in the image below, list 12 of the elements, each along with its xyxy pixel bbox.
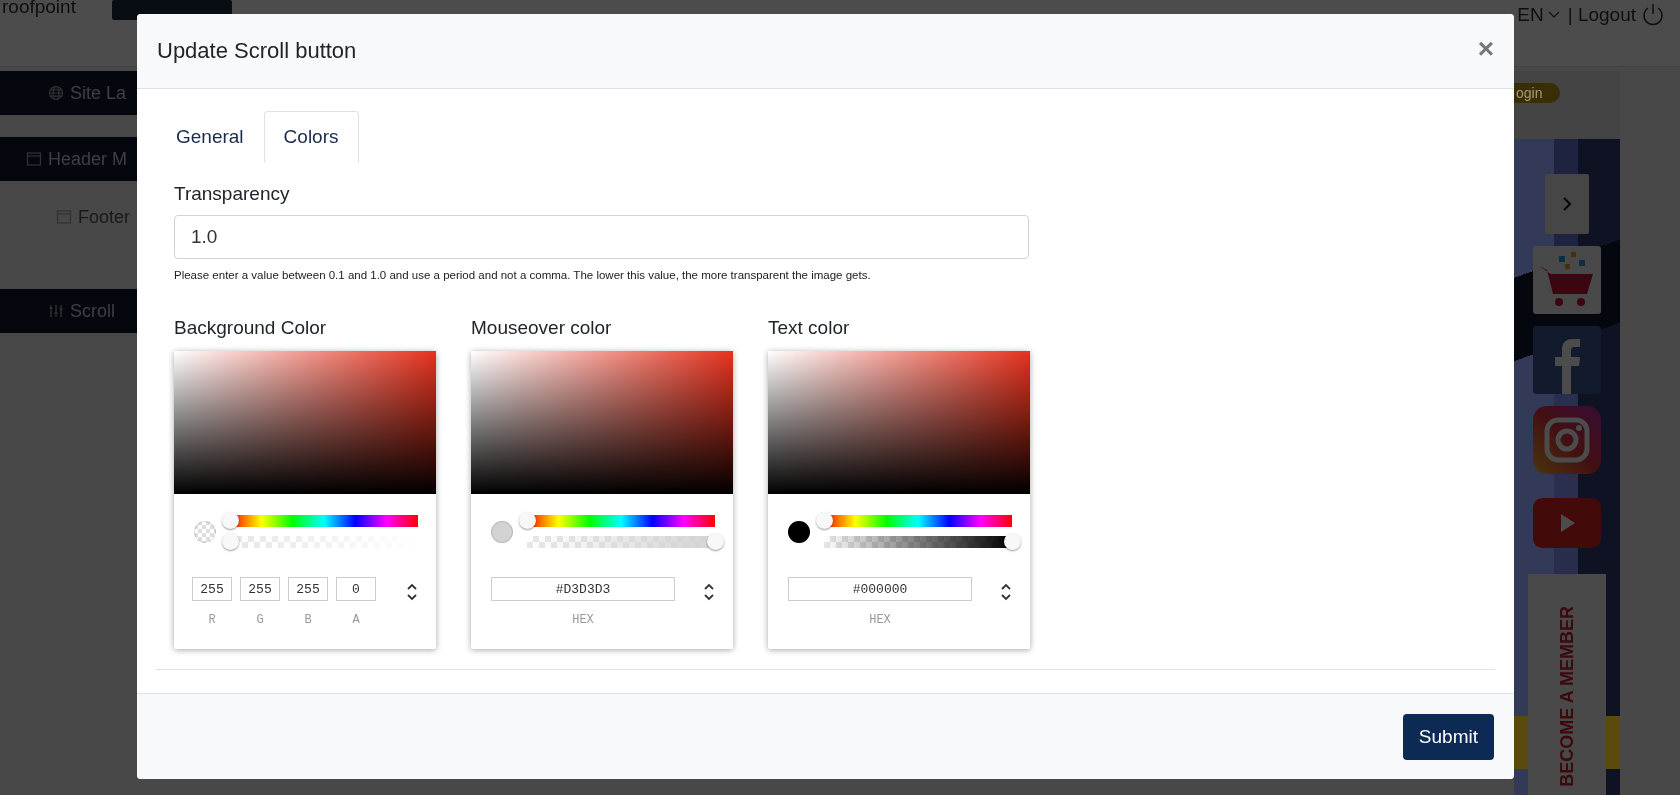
- color-label: Mouseover color: [471, 317, 613, 339]
- field-label: Transparency: [174, 183, 291, 205]
- channel-label: G: [256, 613, 264, 627]
- dialog-title: Update Scroll button: [157, 38, 357, 64]
- color-label: Background Color: [174, 317, 328, 339]
- hex-label: HEX: [572, 613, 594, 627]
- channel-label: A: [352, 613, 360, 627]
- color-label: Text color: [768, 317, 851, 339]
- channel-label: R: [208, 613, 216, 627]
- channel-label: B: [304, 613, 312, 627]
- help-text: Please enter a value between 0.1 and 1.0 and use a period and not a comma. The lower this value, the more transparent the image gets.: [174, 269, 872, 281]
- hex-label: HEX: [869, 613, 891, 627]
